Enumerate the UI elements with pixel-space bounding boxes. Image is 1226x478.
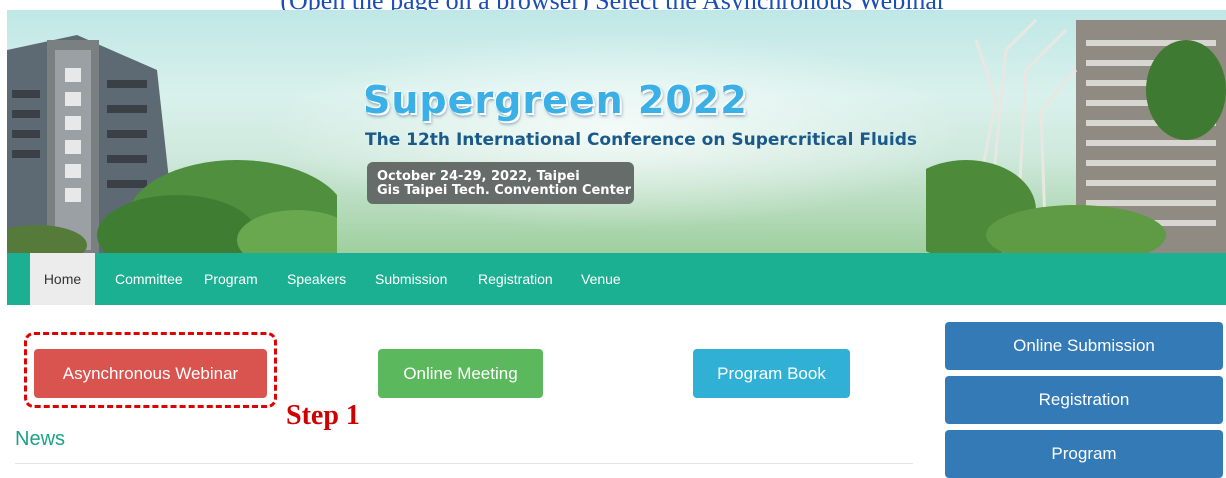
nav-speakers[interactable]: Speakers <box>287 253 346 305</box>
registration-button[interactable]: Registration <box>945 376 1223 424</box>
conference-banner: Supergreen 2022 The 12th International C… <box>7 10 1226 253</box>
online-submission-button[interactable]: Online Submission <box>945 322 1223 370</box>
date-venue-badge: October 24-29, 2022, Taipei Gis Taipei T… <box>367 162 634 204</box>
banner-title: Supergreen 2022 <box>363 78 748 122</box>
left-building-image <box>7 35 337 253</box>
right-building-image <box>926 18 1226 253</box>
venue-line: Gis Taipei Tech. Convention Center <box>377 183 632 198</box>
top-instruction-text: (Open the page on a browser) Select the … <box>0 0 1226 10</box>
nav-registration[interactable]: Registration <box>478 253 553 305</box>
nav-program[interactable]: Program <box>204 253 258 305</box>
news-heading: News <box>15 428 66 450</box>
program-book-button[interactable]: Program Book <box>693 349 850 398</box>
step1-label: Step 1 <box>286 400 360 431</box>
step1-highlight-box <box>24 332 277 408</box>
nav-committee[interactable]: Committee <box>115 253 183 305</box>
program-button[interactable]: Program <box>945 430 1223 478</box>
nav-venue[interactable]: Venue <box>581 253 621 305</box>
news-divider <box>15 463 913 464</box>
nav-submission[interactable]: Submission <box>375 253 447 305</box>
nav-home[interactable]: Home <box>30 253 95 305</box>
online-meeting-button[interactable]: Online Meeting <box>378 349 543 398</box>
main-nav: Home Committee Program Speakers Submissi… <box>7 253 1226 305</box>
banner-subtitle: The 12th International Conference on Sup… <box>365 130 917 150</box>
date-line: October 24-29, 2022, Taipei <box>377 169 580 184</box>
